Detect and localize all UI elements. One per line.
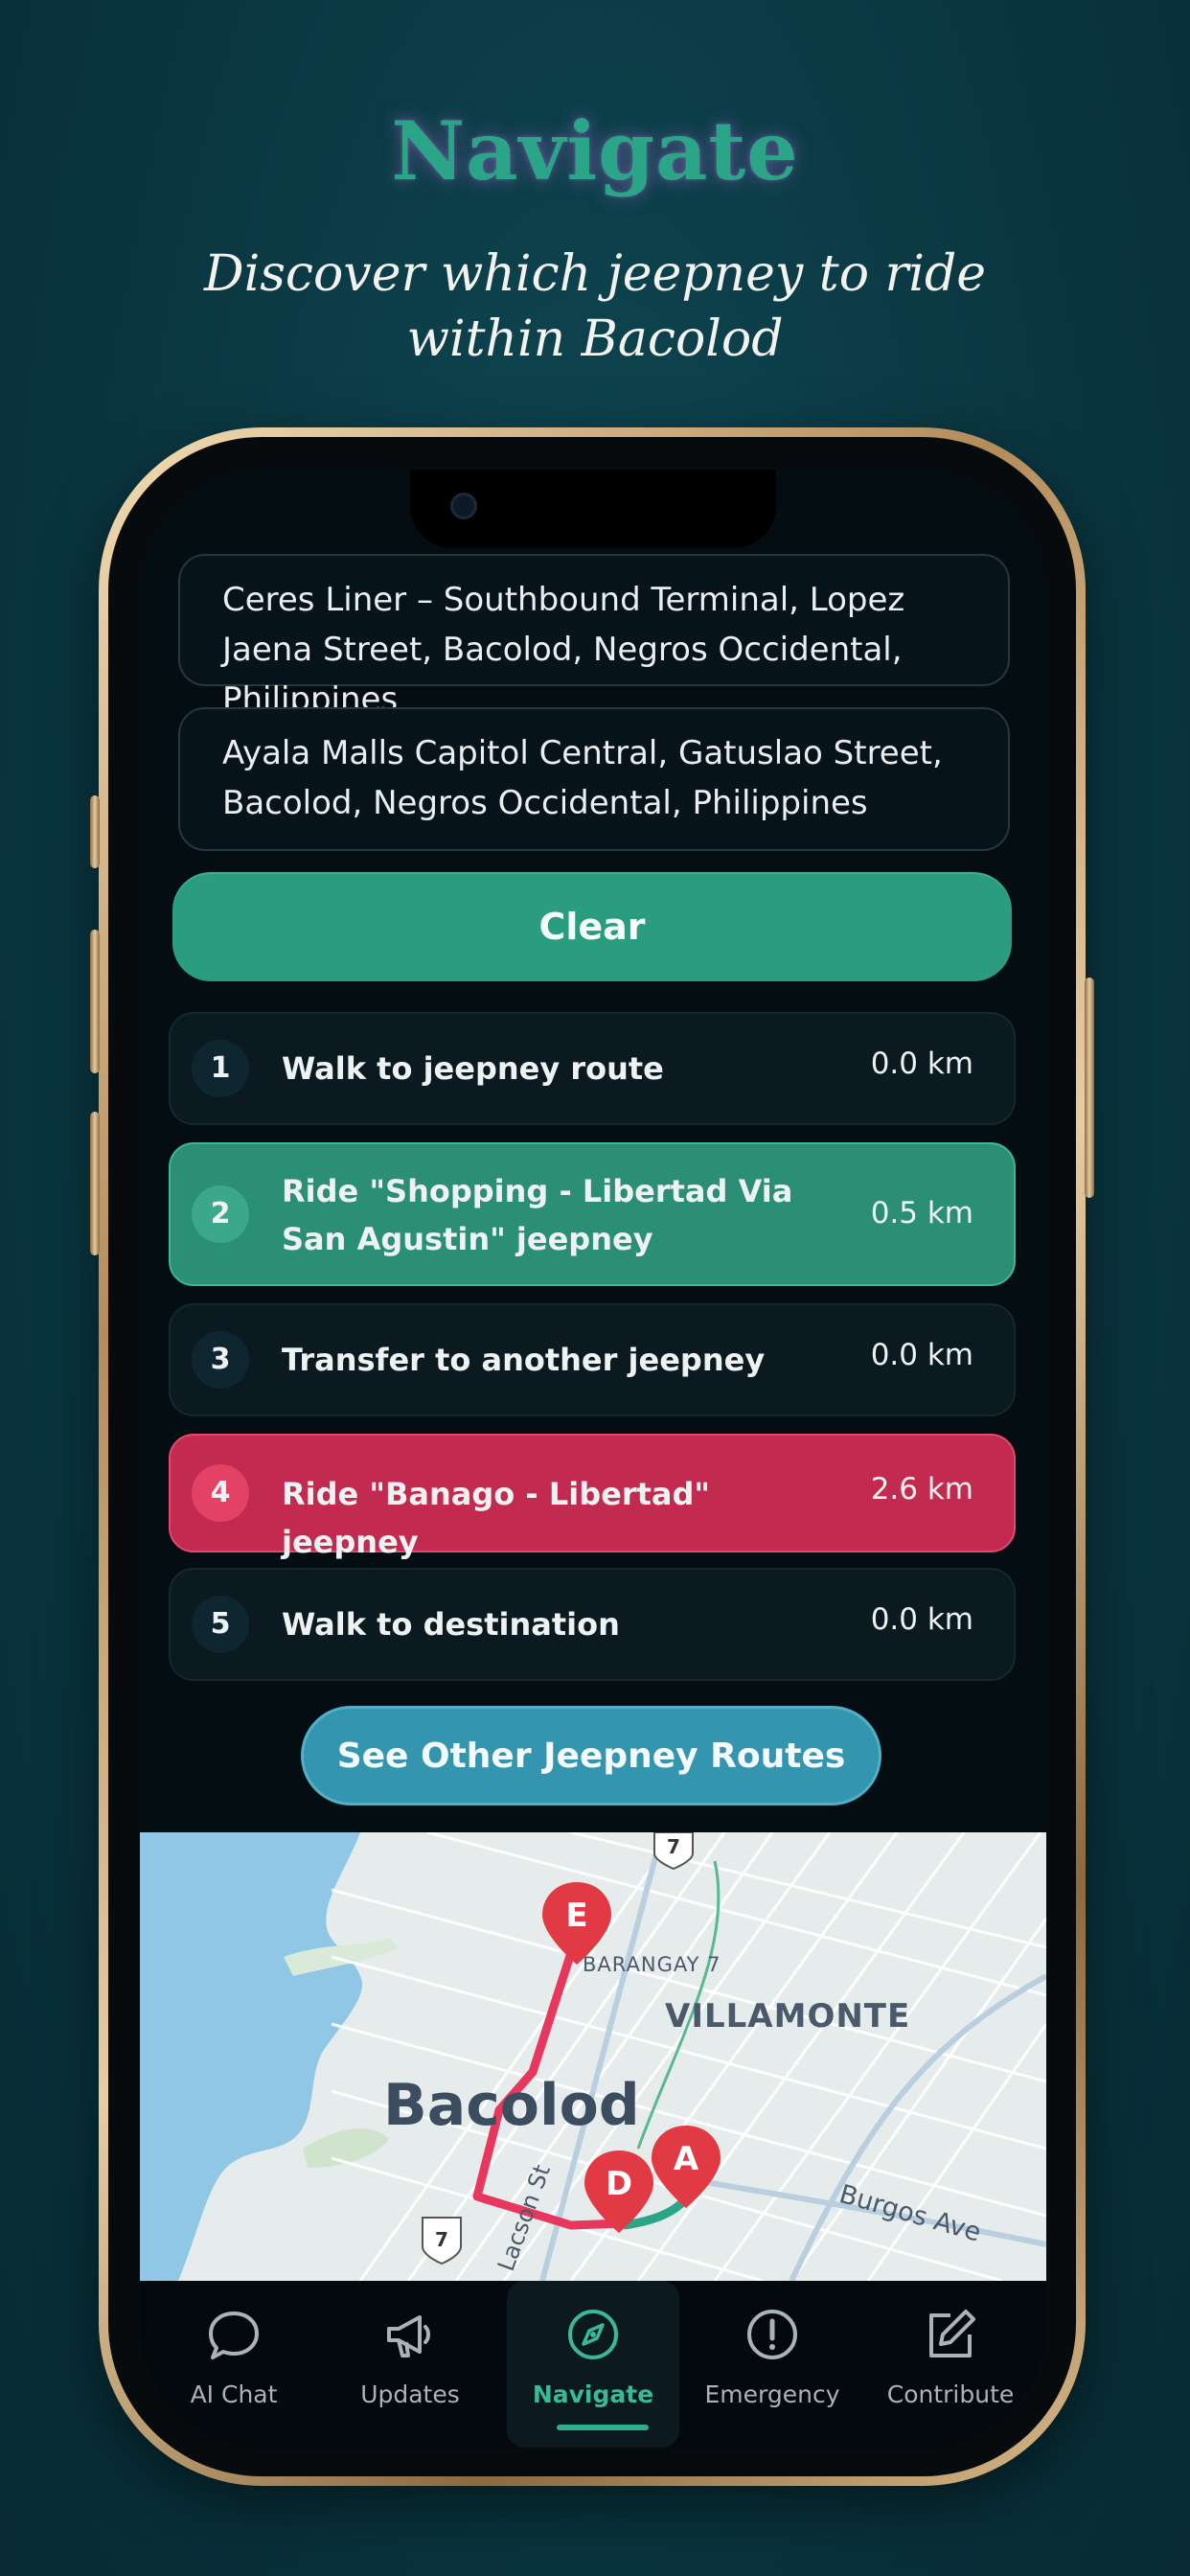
edit-icon	[929, 2310, 975, 2358]
route-step[interactable]: 1 Walk to jeepney route 0.0 km	[169, 1012, 1016, 1125]
destination-input-value: Ayala Malls Capitol Central, Gatuslao St…	[222, 734, 943, 822]
step-distance: 2.6 km	[870, 1472, 973, 1506]
tab-label: Navigate	[532, 2380, 654, 2408]
svg-text:7: 7	[435, 2228, 448, 2251]
step-number: 3	[192, 1331, 249, 1389]
step-label: Walk to destination	[282, 1606, 620, 1643]
svg-text:E: E	[565, 1897, 587, 1935]
phone-power-button	[1085, 978, 1094, 1198]
map-city-label: Bacolod	[383, 2072, 640, 2139]
alert-circle-icon	[747, 2310, 797, 2359]
bottom-tab-bar: AI Chat Updates Navigate Emergency Contr…	[140, 2281, 1046, 2448]
megaphone-icon	[387, 2315, 430, 2358]
step-distance: 0.5 km	[870, 1196, 973, 1230]
step-number: 5	[192, 1596, 249, 1653]
tab-emergency[interactable]: Emergency	[686, 2281, 858, 2448]
step-label: Ride "Banago - Libertad" jeepney	[282, 1476, 711, 1560]
step-label: Ride "Shopping - Libertad Via San Agusti…	[282, 1173, 793, 1257]
step-number: 4	[192, 1464, 249, 1522]
hero-subtitle: Discover which jeepney to ride within Ba…	[203, 245, 987, 368]
step-label: Transfer to another jeepney	[282, 1342, 766, 1378]
highway-shield-2: 7	[422, 2217, 462, 2266]
route-step[interactable]: 4 Ride "Banago - Libertad" jeepney 2.6 k…	[169, 1434, 1016, 1560]
svg-text:D: D	[606, 2165, 632, 2203]
app-screen: Ceres Liner – Southbound Terminal, Lopez…	[140, 470, 1046, 2448]
step-distance: 0.0 km	[870, 1338, 973, 1372]
destination-input[interactable]: Ayala Malls Capitol Central, Gatuslao St…	[178, 707, 1010, 851]
tab-label: Contribute	[886, 2380, 1015, 2408]
origin-input[interactable]: Ceres Liner – Southbound Terminal, Lopez…	[178, 554, 1010, 719]
tab-label: AI Chat	[190, 2380, 278, 2408]
tab-label: Updates	[360, 2380, 460, 2408]
tab-ai-chat[interactable]: AI Chat	[148, 2281, 320, 2448]
chat-bubble-icon	[209, 2312, 259, 2359]
map-barangay-label: BARANGAY 7	[583, 1953, 721, 1976]
step-distance: 0.0 km	[870, 1602, 973, 1637]
route-step[interactable]: 3 Transfer to another jeepney 0.0 km	[169, 1303, 1016, 1416]
notch	[410, 470, 776, 548]
see-other-routes-button[interactable]: See Other Jeepney Routes	[301, 1706, 881, 1806]
tab-updates[interactable]: Updates	[324, 2281, 496, 2448]
hero-title: Navigate	[391, 104, 799, 198]
tab-navigate[interactable]: Navigate	[507, 2281, 679, 2448]
tab-label: Emergency	[704, 2380, 840, 2408]
clear-button[interactable]: Clear	[172, 872, 1012, 981]
step-number: 2	[192, 1185, 249, 1243]
camera-icon	[450, 493, 477, 519]
origin-input-value: Ceres Liner – Southbound Terminal, Lopez…	[222, 581, 905, 719]
route-step[interactable]: 5 Walk to destination 0.0 km	[169, 1568, 1016, 1681]
phone-volume-down	[90, 1112, 100, 1255]
map-district-label: VILLAMONTE	[665, 1997, 911, 2036]
step-label: Walk to jeepney route	[282, 1050, 664, 1087]
svg-text:A: A	[674, 2140, 699, 2178]
route-step[interactable]: 2 Ride "Shopping - Libertad Via San Agus…	[169, 1142, 1016, 1286]
step-number: 1	[192, 1040, 249, 1097]
svg-text:7: 7	[667, 1835, 680, 1858]
phone-side-button	[90, 795, 100, 868]
compass-icon	[568, 2310, 618, 2359]
tab-contribute[interactable]: Contribute	[864, 2281, 1037, 2448]
step-distance: 0.0 km	[870, 1046, 973, 1081]
phone-volume-up	[90, 930, 100, 1073]
active-tab-indicator	[557, 2425, 649, 2430]
route-map[interactable]: 7 7 E D A Bacolod VILLAMONTE BARANGAY 7 …	[140, 1832, 1046, 2281]
